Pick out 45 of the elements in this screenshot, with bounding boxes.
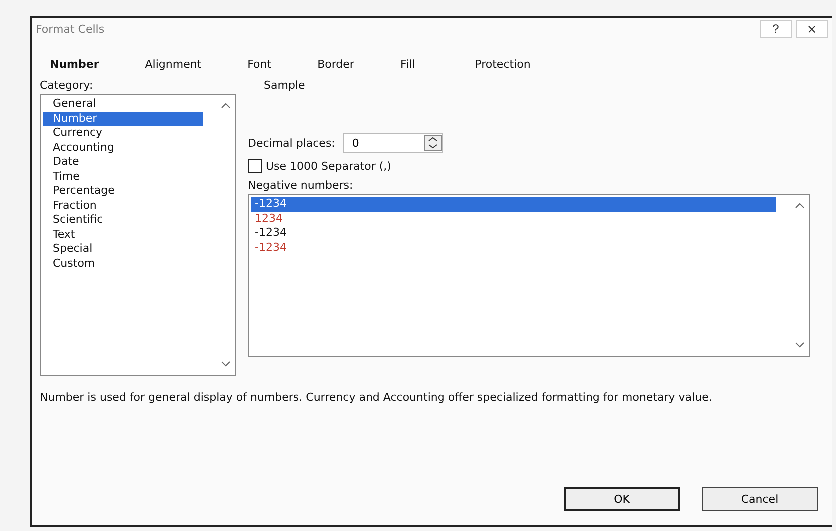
tab[interactable]: Protection [471, 56, 543, 73]
decimal-places-spinbox[interactable]: 0 [343, 133, 444, 153]
scroll-up-icon[interactable] [221, 101, 231, 111]
negative-numbers-label: Negative numbers: [248, 179, 354, 192]
scroll-down-icon[interactable] [795, 340, 805, 350]
decimal-places-field[interactable]: 0 [344, 136, 424, 150]
category-label: Category: [40, 79, 94, 92]
category-item[interactable]: Scientific [43, 213, 203, 228]
category-item[interactable]: Date [43, 155, 203, 170]
negative-number-text: -1234 [255, 240, 287, 254]
category-item[interactable]: Text [43, 228, 203, 242]
negative-number-item[interactable]: -1234 [251, 240, 776, 255]
tab[interactable]: Font [244, 56, 284, 73]
negative-number-item[interactable]: 1234 [251, 212, 776, 226]
help-button[interactable]: ? [760, 20, 792, 38]
window-title: Format Cells [36, 22, 106, 36]
category-item[interactable]: General [43, 97, 203, 112]
description-text: Number is used for general display of numbers. Currency and Accounting offer specialized formatting for monetary value. [39, 390, 714, 405]
tab[interactable]: Number [46, 56, 112, 73]
sample-label: Sample [264, 79, 306, 92]
scroll-up-icon[interactable] [795, 201, 805, 211]
decimal-places-label: Decimal places: [248, 136, 336, 150]
separator-label: Use 1000 Separator (,) [266, 160, 392, 172]
tab[interactable]: Border [314, 56, 366, 73]
negative-number-item[interactable]: -1234 [251, 197, 776, 212]
category-item[interactable]: Custom [43, 256, 203, 271]
category-item[interactable]: Time [43, 170, 203, 184]
scroll-down-icon[interactable] [221, 359, 231, 369]
tab[interactable]: Alignment [141, 56, 214, 73]
spinner-icon[interactable] [424, 135, 442, 151]
tab[interactable]: Fill [396, 56, 428, 73]
ok-button[interactable]: OK [564, 487, 680, 511]
negative-number-text: 1234 [255, 212, 283, 224]
category-item[interactable]: Percentage [43, 184, 203, 198]
category-item[interactable]: Number [43, 112, 203, 126]
category-item[interactable]: Currency [43, 126, 203, 140]
category-item[interactable]: Accounting [43, 140, 203, 155]
category-item[interactable]: Fraction [43, 198, 203, 213]
negative-number-text: -1234 [255, 197, 287, 210]
cancel-button[interactable]: Cancel [702, 487, 818, 511]
negative-number-text: -1234 [255, 226, 287, 239]
category-item[interactable]: Special [43, 242, 203, 256]
close-button[interactable]: ⨯ [796, 20, 828, 38]
negative-number-item[interactable]: -1234 [251, 226, 776, 240]
checkbox[interactable] [248, 159, 262, 173]
